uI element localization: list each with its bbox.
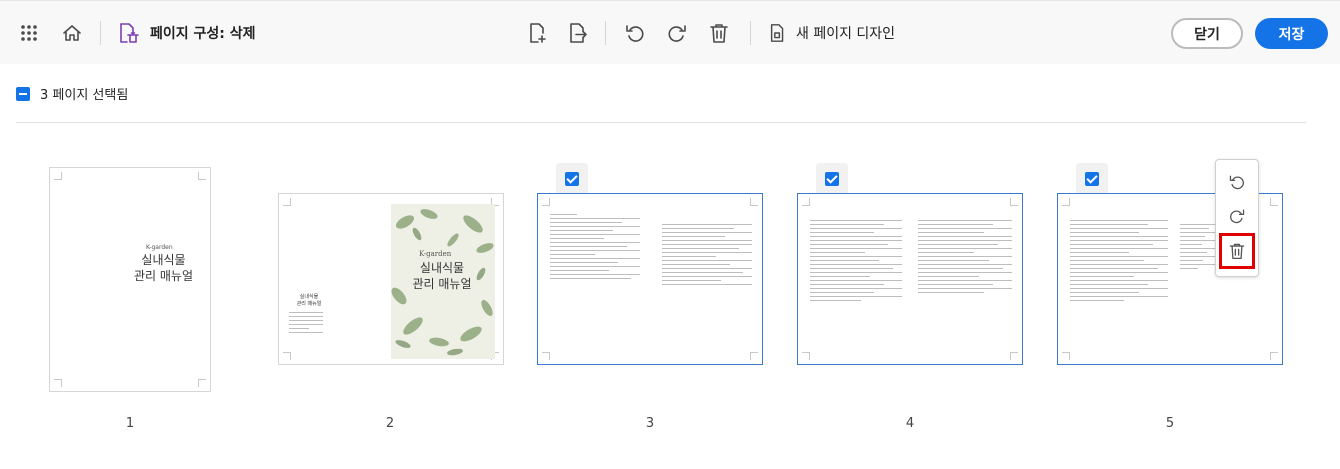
- page-5-checkbox[interactable]: [1076, 163, 1108, 195]
- trash-icon[interactable]: [704, 18, 734, 48]
- page-number-4: 4: [905, 416, 915, 431]
- page-thumbnail-2[interactable]: 실내식물 관리 매뉴얼 K-garden 실내식물 관리 매뉴얼: [278, 193, 504, 365]
- page-number-3: 3: [645, 416, 655, 431]
- back-cover-details: [289, 312, 323, 336]
- redo-icon[interactable]: [662, 18, 692, 48]
- section-divider: [16, 122, 1306, 123]
- cover-title: 실내식물 관리 매뉴얼: [134, 253, 194, 283]
- save-button[interactable]: 저장: [1255, 18, 1328, 49]
- trash-icon[interactable]: [1219, 233, 1255, 269]
- toolbar-divider: [750, 21, 751, 45]
- page-thumbnail-1[interactable]: K-garden 실내식물 관리 매뉴얼: [49, 167, 211, 392]
- home-icon[interactable]: [57, 18, 87, 48]
- new-page-design-label: 새 페이지 디자인: [796, 26, 896, 42]
- selection-status: 3 페이지 선택됨: [16, 84, 128, 103]
- toolbar-divider: [100, 21, 101, 45]
- rotate-right-icon[interactable]: [1222, 201, 1252, 231]
- page-content: [810, 220, 902, 304]
- apps-grid-icon[interactable]: [14, 18, 44, 48]
- page-4-checkbox[interactable]: [816, 163, 848, 195]
- page-thumbnail-3[interactable]: [537, 193, 763, 365]
- page-number-2: 2: [385, 416, 395, 431]
- page-content: [550, 214, 640, 282]
- page-number-5: 5: [1165, 416, 1175, 431]
- select-all-checkbox[interactable]: [16, 86, 30, 101]
- cover-brand: K-garden: [146, 244, 173, 251]
- undo-icon[interactable]: [620, 18, 650, 48]
- organize-delete-icon: [113, 18, 143, 48]
- new-page-design-icon: [768, 23, 788, 43]
- page-title: 페이지 구성: 삭제: [150, 26, 256, 42]
- page-number-1: 1: [125, 416, 135, 431]
- page-thumbnail-4[interactable]: [797, 193, 1023, 365]
- page-3-checkbox[interactable]: [556, 163, 588, 195]
- page-5-hover-tools: [1215, 159, 1259, 277]
- page-content: [1070, 220, 1168, 304]
- extract-page-icon[interactable]: [562, 18, 592, 48]
- insert-page-icon[interactable]: [522, 18, 552, 48]
- cover-brand: K-garden: [419, 250, 452, 258]
- page-content: [918, 220, 1012, 296]
- rotate-left-icon[interactable]: [1222, 167, 1252, 197]
- selection-count-label: 3 페이지 선택됨: [40, 88, 129, 103]
- back-cover-title: 실내식물 관리 매뉴얼: [296, 294, 322, 307]
- top-toolbar: 페이지 구성: 삭제 새 페이지 디자인 닫기 저장: [0, 0, 1340, 64]
- new-page-design-button[interactable]: 새 페이지 디자인: [768, 19, 895, 47]
- page-content: [1180, 224, 1216, 272]
- cover-title: 실내식물 관리 매뉴얼: [412, 261, 472, 291]
- close-button[interactable]: 닫기: [1171, 18, 1243, 49]
- toolbar-divider: [605, 21, 606, 45]
- page-content: [662, 224, 752, 288]
